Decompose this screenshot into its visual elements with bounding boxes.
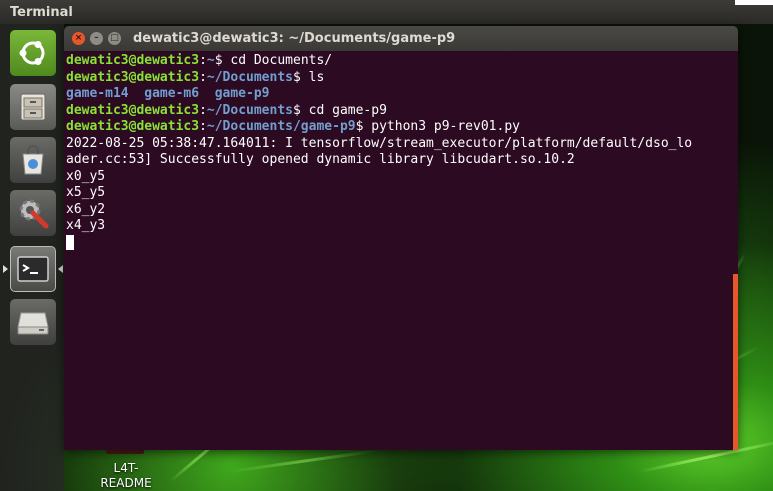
wrench-gear-icon <box>19 199 49 229</box>
scrollbar[interactable] <box>733 274 738 450</box>
terminal-cursor-line <box>66 234 738 252</box>
window-title: dewatic3@dewatic3: ~/Documents/game-p9 <box>133 31 456 46</box>
minimize-button[interactable]: – <box>90 32 103 45</box>
shopping-bag-icon <box>22 145 44 175</box>
terminal-line: x6_y2 <box>66 201 106 217</box>
launcher-settings-button[interactable] <box>10 190 56 236</box>
maximize-button[interactable]: □ <box>108 32 121 45</box>
terminal-line: x4_y3 <box>66 218 106 233</box>
terminal-window: × – □ dewatic3@dewatic3: ~/Documents/gam… <box>64 26 738 450</box>
terminal-output[interactable]: dewatic3@dewatic3:~$ cd Documents/ dewat… <box>64 51 738 450</box>
launcher-terminal-button[interactable] <box>3 246 63 292</box>
window-titlebar[interactable]: × – □ dewatic3@dewatic3: ~/Documents/gam… <box>64 26 738 51</box>
launcher-drive-button[interactable] <box>10 299 56 345</box>
top-panel: Terminal <box>0 0 773 24</box>
desktop-folder-label[interactable]: L4T- README <box>93 461 159 491</box>
drive-icon <box>17 312 49 335</box>
terminal-line: x0_y5 <box>66 168 106 184</box>
launcher-files-button[interactable] <box>10 84 56 130</box>
terminal-line: ader.cc:53] Successfully opened dynamic … <box>66 152 575 167</box>
terminal-line: dewatic3@dewatic3:~$ cd Documents/ <box>66 53 333 68</box>
text-cursor <box>66 234 74 250</box>
terminal-line: dewatic3@dewatic3:~/Documents/game-p9$ p… <box>66 119 520 134</box>
launcher-software-center-button[interactable] <box>10 137 56 183</box>
terminal-line: 2022-08-25 05:38:47.164011: I tensorflow… <box>66 135 693 151</box>
terminal-icon <box>17 256 49 282</box>
terminal-line: dewatic3@dewatic3:~/Documents$ ls <box>66 69 325 85</box>
terminal-line: x5_y5 <box>66 185 106 200</box>
close-button[interactable]: × <box>72 32 85 45</box>
terminal-line: game-m14 game-m6 game-p9 <box>66 86 270 101</box>
terminal-line: dewatic3@dewatic3:~/Documents$ cd game-p… <box>66 102 387 118</box>
launcher <box>0 24 64 491</box>
active-app-title: Terminal <box>10 4 73 20</box>
launcher-dash-button[interactable] <box>10 30 56 76</box>
file-cabinet-icon <box>20 93 46 121</box>
ubuntu-logo-icon <box>19 41 45 65</box>
